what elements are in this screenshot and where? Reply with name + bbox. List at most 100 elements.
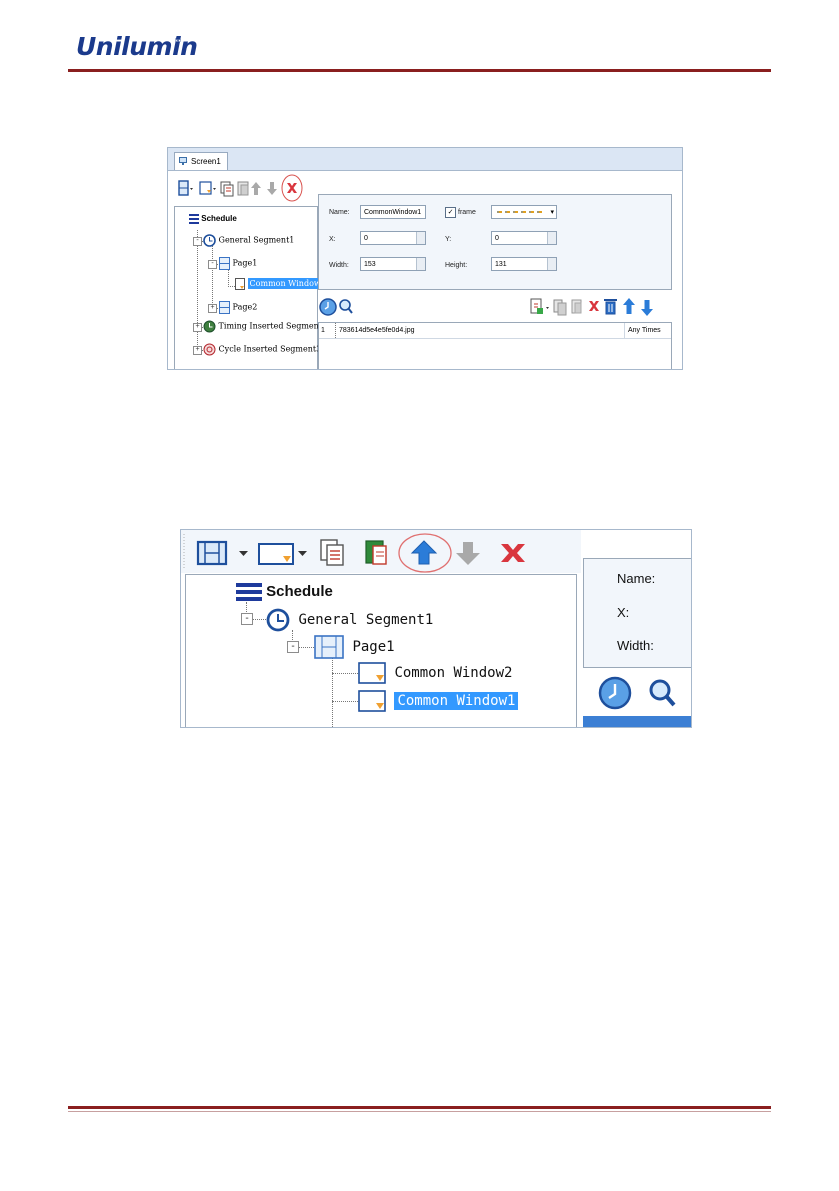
spin-icon[interactable] <box>547 258 556 270</box>
delete-icon[interactable] <box>287 183 297 193</box>
frame-style-select[interactable]: ▾ <box>491 205 557 219</box>
width-input[interactable]: 153 <box>360 257 426 271</box>
header-rule <box>68 69 771 72</box>
move-up-icon[interactable] <box>623 298 635 314</box>
expand-icon[interactable]: + <box>208 304 217 313</box>
tree-item-label: Schedule <box>201 214 237 224</box>
schedule-icon <box>189 214 199 224</box>
schedule-tree[interactable]: Schedule - General Segment1 - Page1 Comm… <box>174 206 328 369</box>
paste-icon[interactable] <box>365 540 387 565</box>
window-add-icon[interactable] <box>258 543 294 565</box>
tree-item-label: General Segment1 <box>298 612 434 628</box>
chevron-down-icon[interactable] <box>239 551 248 556</box>
y-value: 0 <box>495 235 499 242</box>
collapse-icon[interactable]: - <box>287 641 299 653</box>
timer-icon[interactable] <box>598 676 632 710</box>
move-down-icon[interactable] <box>267 182 277 195</box>
page-add-icon[interactable] <box>196 540 228 566</box>
tree-item-common-window1[interactable]: Common Window1 <box>235 278 328 290</box>
paste-icon[interactable] <box>571 299 582 314</box>
schedule-tree[interactable]: Schedule - General Segment1 - Page1 Comm… <box>185 574 577 727</box>
name-input[interactable]: CommonWindow1 <box>360 205 426 219</box>
tree-item-general-segment[interactable]: General Segment1 <box>266 608 433 632</box>
collapse-icon[interactable]: - <box>208 260 217 269</box>
tree-item-label: Common Window1 <box>247 278 328 289</box>
spin-icon[interactable] <box>416 258 425 270</box>
width-label: Width: <box>617 638 654 653</box>
collapse-icon[interactable]: - <box>241 613 253 625</box>
chevron-down-icon[interactable] <box>190 188 193 190</box>
search-icon[interactable] <box>649 679 676 707</box>
tab-bar: Screen1 <box>168 148 682 171</box>
width-label: Width: <box>329 262 349 269</box>
tree-item-common-window1[interactable]: Common Window1 <box>358 690 519 712</box>
tree-item-timing-segment[interactable]: Timing Inserted Segment2 <box>203 320 327 333</box>
x-value: 0 <box>364 235 368 242</box>
clock-icon <box>266 608 290 632</box>
x-label: X: <box>329 236 336 243</box>
width-value: 153 <box>364 261 376 268</box>
tree-item-page1[interactable]: Page1 <box>314 635 395 659</box>
tab-screen1[interactable]: Screen1 <box>174 152 228 170</box>
tree-item-page1[interactable]: Page1 <box>219 257 257 270</box>
x-input[interactable]: 0 <box>360 231 426 245</box>
height-value: 131 <box>495 261 507 268</box>
move-down-icon[interactable] <box>456 542 480 565</box>
trash-icon[interactable] <box>604 299 617 315</box>
tree-item-general-segment[interactable]: General Segment1 <box>203 234 294 247</box>
add-media-icon[interactable] <box>530 298 543 314</box>
y-label: Y: <box>445 236 452 243</box>
chevron-down-icon: ▾ <box>550 209 554 216</box>
tree-item-page2[interactable]: Page2 <box>219 301 257 314</box>
delete-icon[interactable] <box>589 301 599 311</box>
tree-item-schedule[interactable]: Schedule <box>189 213 237 225</box>
chevron-down-icon[interactable] <box>546 307 549 309</box>
tree-item-label: Timing Inserted Segment2 <box>218 321 328 331</box>
expand-icon[interactable]: + <box>193 346 202 355</box>
expand-icon[interactable]: + <box>193 323 202 332</box>
collapse-icon[interactable]: - <box>193 237 202 246</box>
height-input[interactable]: 131 <box>491 257 557 271</box>
schedule-icon <box>236 583 262 601</box>
tree-item-label: Page2 <box>232 302 258 312</box>
delete-icon[interactable] <box>501 544 525 562</box>
row-file-name: 783614d5e4e5fe0d4.jpg <box>339 327 415 334</box>
dashed-border-preview <box>497 211 545 213</box>
table-row[interactable]: 1 783614d5e4e5fe0d4.jpg Any Times <box>319 323 671 339</box>
move-up-icon[interactable] <box>410 540 438 565</box>
copy-icon[interactable] <box>220 181 234 197</box>
properties-panel: Name: CommonWindow1 ✓ frame ▾ X: 0 Y: 0 … <box>318 194 672 290</box>
properties-panel: Name: X: Width: <box>583 558 691 668</box>
spin-icon[interactable] <box>416 232 425 244</box>
y-input[interactable]: 0 <box>491 231 557 245</box>
chevron-down-icon[interactable] <box>298 551 307 556</box>
window-icon <box>358 662 386 684</box>
tree-toolbar <box>168 174 308 202</box>
search-icon[interactable] <box>339 299 353 314</box>
footer-rule <box>68 1106 771 1109</box>
copy-icon[interactable] <box>320 539 344 566</box>
tree-item-label: Common Window1 <box>394 692 519 710</box>
registered-mark: ® <box>175 36 181 45</box>
window-add-icon[interactable] <box>199 181 212 195</box>
screenshot-move-up-window: Schedule - General Segment1 - Page1 Comm… <box>180 529 692 728</box>
tree-item-schedule[interactable]: Schedule <box>236 582 333 602</box>
tree-item-cycle-segment[interactable]: Cycle Inserted Segment3 <box>203 343 321 356</box>
paste-icon[interactable] <box>237 181 249 196</box>
page-icon <box>219 301 230 314</box>
frame-checkbox[interactable]: ✓ <box>445 207 456 218</box>
timer-icon[interactable] <box>319 298 337 316</box>
move-down-icon[interactable] <box>641 300 653 316</box>
tree-item-common-window2[interactable]: Common Window2 <box>358 662 512 684</box>
copy-icon[interactable] <box>553 299 567 316</box>
page-add-icon[interactable] <box>178 180 189 196</box>
frame-label: frame <box>458 209 476 216</box>
media-list[interactable]: 1 783614d5e4e5fe0d4.jpg Any Times <box>318 322 672 369</box>
move-up-icon[interactable] <box>251 182 261 195</box>
height-label: Height: <box>445 262 468 269</box>
chevron-down-icon[interactable] <box>213 188 216 190</box>
tree-item-label: Page1 <box>352 639 395 655</box>
spin-icon[interactable] <box>547 232 556 244</box>
media-toolbar <box>583 673 691 713</box>
page-icon <box>314 635 344 659</box>
